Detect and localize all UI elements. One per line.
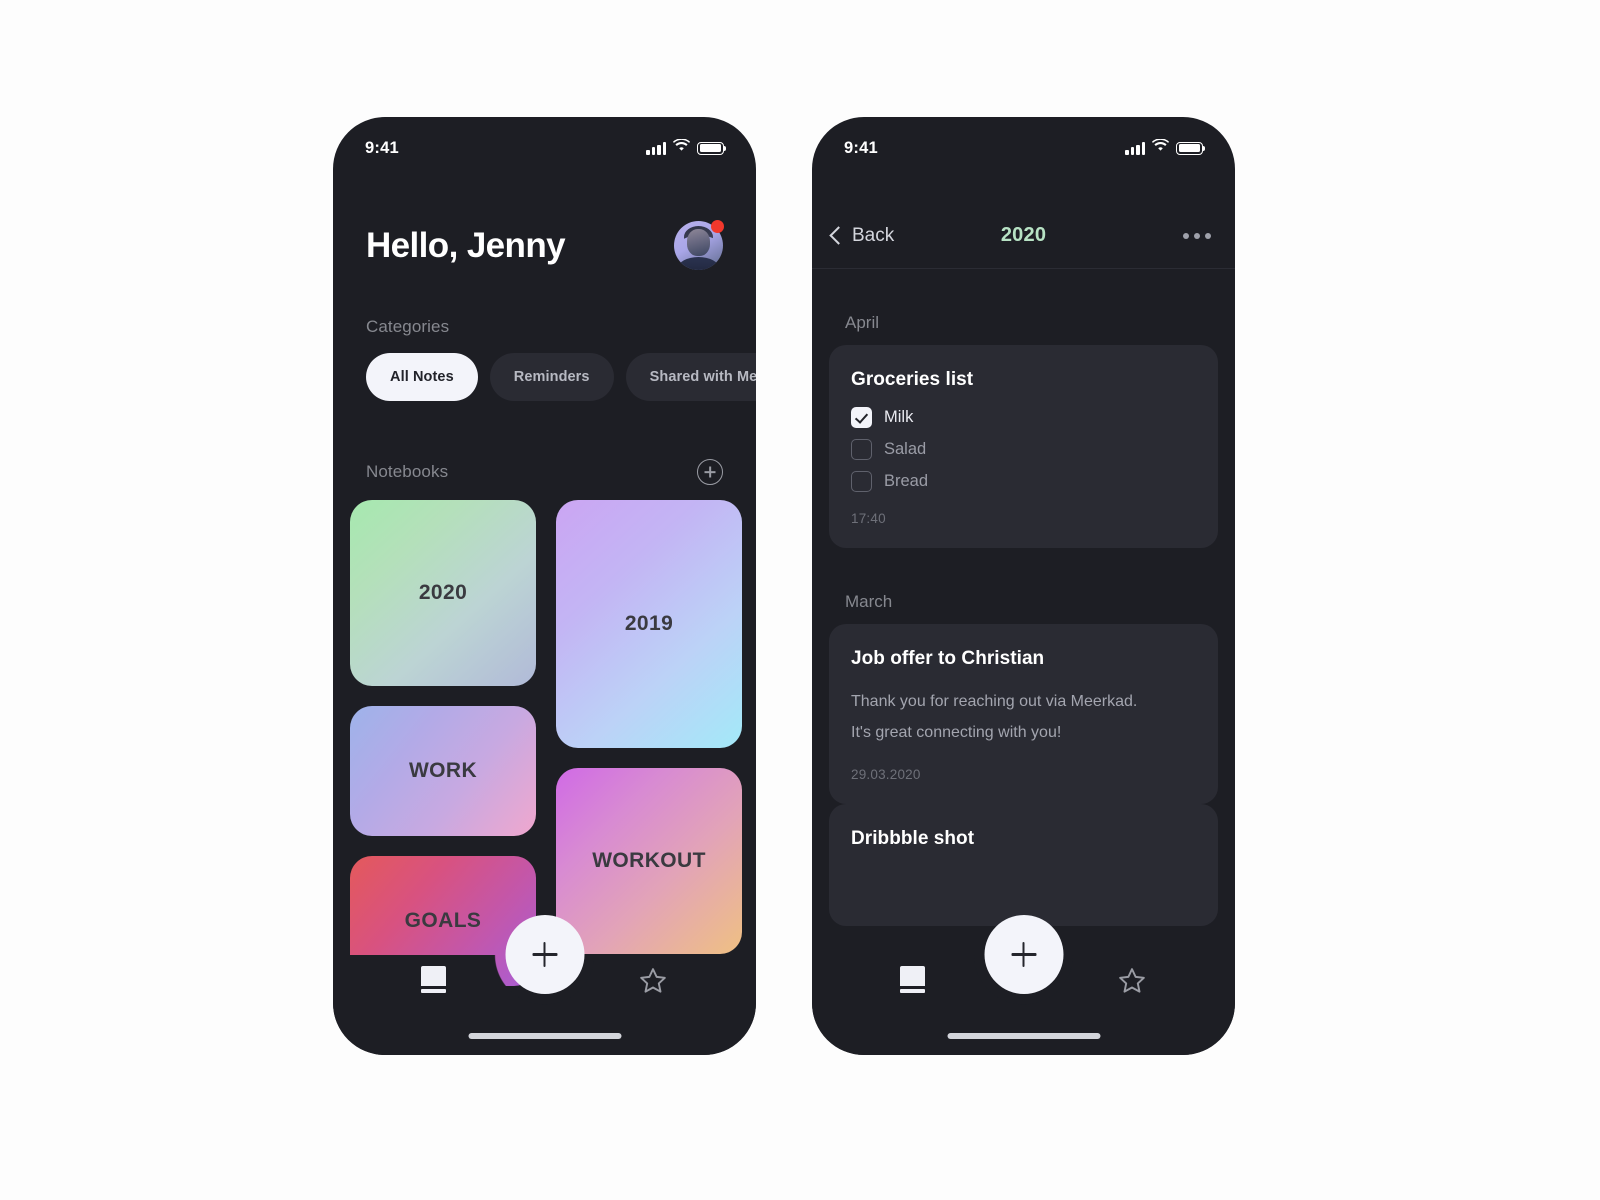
checklist-label: Bread xyxy=(884,472,929,490)
note-timestamp: 17:40 xyxy=(851,511,886,526)
wifi-icon xyxy=(1151,138,1170,157)
phone-detail-screen: 9:41 Back 2020 April Groceries list Milk… xyxy=(812,117,1235,1055)
notebook-label: 2019 xyxy=(624,612,674,635)
star-icon[interactable] xyxy=(1117,966,1147,995)
home-header: Hello, Jenny xyxy=(333,220,756,270)
more-options-icon[interactable] xyxy=(1183,232,1211,239)
month-heading-april: April xyxy=(845,313,880,332)
pill-reminders[interactable]: Reminders xyxy=(489,353,614,401)
home-indicator xyxy=(468,1033,621,1039)
notebook-label: GOALS xyxy=(404,909,482,932)
checkbox-icon[interactable] xyxy=(851,439,872,460)
back-label: Back xyxy=(852,224,895,246)
status-time: 9:41 xyxy=(844,138,878,157)
notebook-icon[interactable] xyxy=(900,966,925,993)
note-card-job-offer[interactable]: Job offer to Christian Thank you for rea… xyxy=(829,624,1218,805)
status-bar: 9:41 xyxy=(812,117,1235,179)
note-body-line: Thank you for reaching out via Meerkad. xyxy=(851,693,1138,710)
phone-home-screen: 9:41 Hello, Jenny Categories All Notes R… xyxy=(333,117,756,1055)
pill-shared-with-me[interactable]: Shared with Me xyxy=(625,353,756,401)
note-title: Groceries list xyxy=(851,369,974,390)
nav-title: 2020 xyxy=(1000,224,1047,246)
checkbox-icon[interactable] xyxy=(851,471,872,492)
categories-label: Categories xyxy=(366,317,450,336)
status-time: 9:41 xyxy=(365,138,399,157)
note-body: Thank you for reaching out via Meerkad. … xyxy=(851,686,1196,748)
cellular-signal-icon xyxy=(646,141,666,155)
status-bar: 9:41 xyxy=(333,117,756,179)
back-button[interactable]: Back xyxy=(826,225,894,247)
battery-icon xyxy=(1176,141,1206,155)
plus-circle-icon[interactable] xyxy=(697,459,723,485)
note-title: Job offer to Christian xyxy=(851,648,1045,669)
chevron-left-icon xyxy=(829,226,848,245)
notebooks-header: Notebooks xyxy=(366,459,723,485)
page-title: Hello, Jenny xyxy=(366,225,566,265)
checklist-item-salad[interactable]: Salad xyxy=(851,439,1196,460)
notebook-card-2019[interactable]: 2019 xyxy=(556,500,742,748)
navigation-bar: Back 2020 xyxy=(812,203,1235,269)
note-card-dribbble-shot[interactable]: Dribbble shot xyxy=(829,804,1218,927)
add-note-fab[interactable] xyxy=(505,915,584,994)
status-icons xyxy=(1125,138,1206,157)
notebook-label: WORK xyxy=(408,759,478,782)
notebook-icon[interactable] xyxy=(421,966,446,993)
notebook-card-work[interactable]: WORK xyxy=(350,706,536,836)
notification-dot-icon xyxy=(711,220,724,233)
notebooks-label: Notebooks xyxy=(366,462,449,481)
avatar[interactable] xyxy=(674,220,724,270)
status-icons xyxy=(646,138,727,157)
star-icon[interactable] xyxy=(638,966,668,995)
pill-all-notes[interactable]: All Notes xyxy=(366,353,478,401)
cellular-signal-icon xyxy=(1125,141,1145,155)
checklist-label: Salad xyxy=(884,440,927,458)
category-pills: All Notes Reminders Shared with Me xyxy=(366,353,756,401)
home-indicator xyxy=(947,1033,1100,1039)
checklist-label: Milk xyxy=(884,408,914,426)
note-body-line: It's great connecting with you! xyxy=(851,724,1062,742)
checklist-item-bread[interactable]: Bread xyxy=(851,471,1196,492)
avatar-body xyxy=(678,257,719,270)
screenshot-canvas: 9:41 Hello, Jenny Categories All Notes R… xyxy=(0,0,1600,1200)
note-title: Dribbble shot xyxy=(851,828,975,850)
notebook-label: WORKOUT xyxy=(592,849,706,872)
checkbox-icon[interactable] xyxy=(851,407,872,428)
wifi-icon xyxy=(672,138,691,157)
month-heading-march: March xyxy=(845,592,893,611)
notebook-label: 2020 xyxy=(418,581,468,604)
notebook-card-workout[interactable]: WORKOUT xyxy=(556,768,742,954)
add-note-fab[interactable] xyxy=(984,915,1063,994)
note-timestamp: 29.03.2020 xyxy=(851,767,921,783)
notebook-card-2020[interactable]: 2020 xyxy=(350,500,536,686)
checklist-item-milk[interactable]: Milk xyxy=(851,407,1196,428)
battery-icon xyxy=(697,141,727,155)
avatar-face xyxy=(687,229,710,256)
note-card-groceries-list[interactable]: Groceries list Milk Salad Bread 17:40 xyxy=(829,345,1218,548)
